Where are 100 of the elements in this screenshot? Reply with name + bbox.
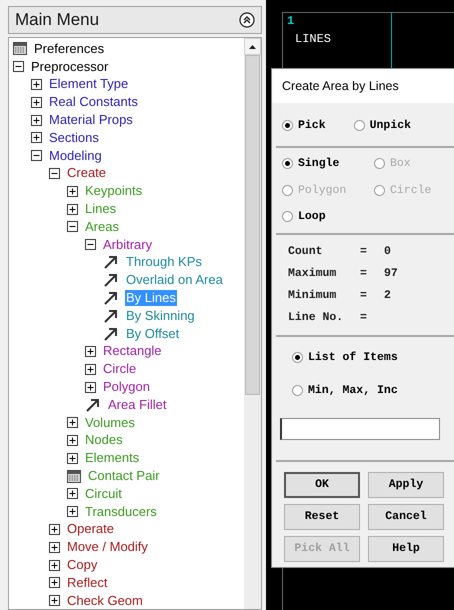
expand-icon[interactable] (31, 114, 42, 126)
tree-item[interactable]: Transducers (84, 504, 158, 520)
equals-sign: = (360, 266, 368, 282)
dialog-button[interactable]: Reset (284, 504, 360, 530)
stat-label: Minimum (288, 288, 338, 304)
scrollbar[interactable] (244, 38, 261, 609)
tree-item[interactable]: Create (66, 165, 108, 182)
radio-label: Unpick (370, 118, 412, 134)
tree-item[interactable]: Keypoints (84, 183, 144, 200)
tree-item[interactable]: Overlaid on Area (125, 272, 224, 288)
tree-item[interactable]: Operate (66, 521, 115, 538)
collapse-icon[interactable] (49, 168, 60, 179)
up-arrow-icon (249, 44, 256, 48)
dialog-title: Create Area by Lines (282, 78, 399, 95)
tree-item[interactable]: Elements (84, 450, 140, 466)
arrow-icon (85, 398, 101, 412)
scroll-thumb[interactable] (245, 55, 260, 395)
stat-label: Maximum (288, 266, 338, 282)
expand-icon[interactable] (49, 560, 60, 570)
radio-label: Pick (298, 118, 326, 134)
collapse-icon[interactable] (67, 221, 78, 232)
radio-label: List of Items (308, 350, 398, 366)
input-field[interactable] (280, 418, 440, 440)
tree-item[interactable]: Modeling (48, 148, 103, 164)
stat-value: 0 (384, 244, 391, 260)
stat-value: 2 (384, 288, 391, 304)
equals-sign: = (360, 288, 368, 304)
tree-item[interactable]: Circuit (84, 486, 123, 502)
radio-button[interactable] (292, 385, 303, 396)
expand-icon[interactable] (67, 204, 78, 215)
radio-label: Polygon (298, 182, 346, 198)
tree-item[interactable]: Sections (48, 130, 100, 146)
expand-icon[interactable] (49, 577, 60, 588)
expand-icon[interactable] (85, 382, 96, 393)
tree-item[interactable]: Circle (102, 361, 138, 378)
collapse-icon[interactable] (31, 150, 42, 162)
tree-item[interactable]: Element Type (48, 76, 130, 92)
expand-icon[interactable] (31, 132, 42, 144)
tree-item[interactable]: Nodes (84, 432, 124, 448)
radio-button[interactable] (282, 120, 293, 132)
dialog-button[interactable]: Apply (368, 472, 444, 498)
expand-icon[interactable] (67, 452, 78, 464)
arrow-icon (103, 255, 119, 270)
arrow-icon (103, 291, 119, 306)
collapse-icon[interactable] (239, 12, 255, 28)
table-icon (13, 42, 27, 56)
expand-icon[interactable] (31, 96, 42, 108)
tree-item[interactable]: Area Fillet (107, 396, 168, 413)
tree-item[interactable]: Move / Modify (66, 539, 149, 556)
radio-label: Min, Max, Inc (308, 383, 398, 400)
scroll-up-button[interactable] (244, 38, 261, 55)
expand-icon[interactable] (67, 488, 78, 500)
tree-item[interactable]: Material Props (48, 112, 134, 128)
radio-button[interactable] (282, 158, 293, 170)
tree-item[interactable]: Real Constants (48, 94, 139, 110)
tree-item[interactable]: Areas (84, 218, 120, 235)
equals-sign: = (360, 310, 368, 326)
radio-button[interactable] (354, 120, 365, 132)
tree-item[interactable]: Through KPs (125, 254, 203, 270)
radio-button[interactable] (282, 210, 293, 222)
menu-title: Main Menu (15, 9, 100, 32)
radio-label: Circle (390, 182, 432, 198)
arrow-icon (103, 273, 119, 288)
arrow-icon (103, 326, 119, 341)
tree-item[interactable]: Reflect (66, 574, 108, 591)
expand-icon[interactable] (31, 78, 42, 90)
dialog-button[interactable]: Help (368, 536, 444, 562)
radio-label: Single (298, 156, 340, 172)
expand-icon[interactable] (85, 346, 96, 357)
radio-label: Box (390, 156, 411, 172)
expand-icon[interactable] (67, 434, 78, 446)
tree-item[interactable]: Preprocessor (30, 58, 110, 75)
expand-icon[interactable] (67, 506, 78, 518)
tree-item[interactable]: Arbitrary (102, 236, 154, 253)
stat-value: 97 (384, 266, 398, 282)
stat-label: Count (288, 244, 324, 260)
radio-button[interactable] (292, 352, 303, 364)
dialog-button[interactable]: Cancel (368, 504, 444, 530)
tree-item[interactable]: By Skinning (125, 308, 196, 324)
expand-icon[interactable] (49, 595, 60, 606)
tree-item[interactable]: Preferences (33, 40, 106, 57)
tree-item[interactable]: Check Geom (66, 592, 144, 609)
expand-icon[interactable] (49, 542, 60, 553)
tree-item[interactable]: Polygon (102, 379, 151, 396)
collapse-icon[interactable] (13, 61, 24, 72)
tree-item[interactable]: Rectangle (102, 343, 163, 360)
expand-icon[interactable] (67, 417, 78, 428)
stat-label: Line No. (288, 310, 344, 326)
tree-item[interactable]: Volumes (84, 414, 136, 431)
arrow-icon (103, 308, 119, 323)
tree-item[interactable]: Contact Pair (87, 468, 161, 484)
expand-icon[interactable] (67, 186, 78, 197)
expand-icon[interactable] (49, 524, 60, 535)
expand-icon[interactable] (85, 364, 96, 375)
tree-item[interactable]: By Offset (125, 326, 180, 342)
dialog-button[interactable]: OK (284, 472, 360, 498)
radio-label: Loop (298, 208, 326, 225)
collapse-icon[interactable] (85, 239, 96, 250)
tree-item[interactable]: Lines (84, 201, 118, 218)
tree-item[interactable]: Copy (66, 557, 98, 573)
